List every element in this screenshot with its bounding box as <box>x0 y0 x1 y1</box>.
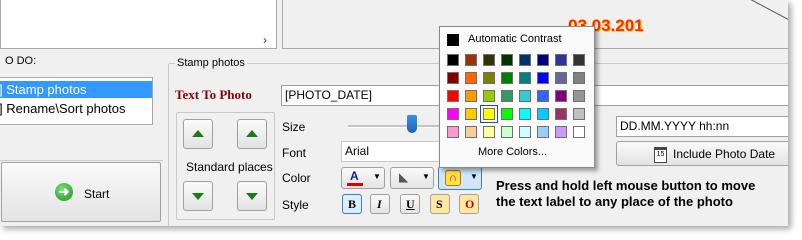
style-underline-label: U <box>406 197 415 211</box>
color-swatch[interactable] <box>537 126 549 138</box>
style-shadow-label: S <box>436 197 443 211</box>
color-swatch[interactable] <box>537 72 549 84</box>
paint-bucket-icon: ◣ <box>399 170 409 184</box>
chevron-down-icon: ▼ <box>422 172 430 181</box>
color-swatch[interactable] <box>555 126 567 138</box>
color-swatch[interactable] <box>447 90 459 102</box>
style-underline-button[interactable]: U <box>400 194 420 214</box>
color-swatch[interactable] <box>519 90 531 102</box>
include-photo-date-label: Include Photo Date <box>673 147 776 161</box>
color-swatch[interactable] <box>537 54 549 66</box>
outline-color-icon: ∩ <box>445 170 461 186</box>
color-swatch[interactable] <box>501 108 513 120</box>
color-swatch[interactable] <box>519 126 531 138</box>
todo-item-label: Rename\Sort photos <box>6 101 126 116</box>
place-bottom-left-button[interactable] <box>183 181 213 211</box>
color-swatch[interactable] <box>555 72 567 84</box>
todo-title: O DO: <box>3 55 39 67</box>
start-button[interactable]: ➜ Start <box>1 162 161 222</box>
font-color-icon: A <box>350 169 359 183</box>
style-bold-label: B <box>348 197 357 211</box>
todo-list[interactable]: ] Stamp photos ] Rename\Sort photos <box>0 77 153 125</box>
color-picker-popup[interactable]: Automatic Contrast More Colors... <box>439 26 595 168</box>
color-swatch[interactable] <box>465 72 477 84</box>
color-swatch[interactable] <box>519 108 531 120</box>
color-swatch[interactable] <box>519 54 531 66</box>
style-bold-button[interactable]: B <box>342 194 362 214</box>
color-swatch[interactable] <box>555 54 567 66</box>
color-swatch[interactable] <box>483 72 495 84</box>
chevron-down-icon: ▼ <box>470 172 478 181</box>
todo-item-stamp-photos[interactable]: ] Stamp photos <box>0 81 152 98</box>
color-swatch[interactable] <box>573 90 585 102</box>
style-italic-button[interactable]: I <box>370 194 390 214</box>
instruction-text: Press and hold left mouse button to move… <box>496 178 755 210</box>
start-label: Start <box>84 187 110 201</box>
color-swatch[interactable] <box>573 108 585 120</box>
size-label: Size <box>282 120 306 134</box>
color-swatch[interactable] <box>465 54 477 66</box>
instruction-line-1: Press and hold left mouse button to move <box>496 178 756 193</box>
include-photo-date-button[interactable]: 15 Include Photo Date <box>616 141 788 166</box>
color-swatch[interactable] <box>501 72 513 84</box>
arrow-down-icon <box>192 193 204 200</box>
style-label: Style <box>282 198 309 212</box>
arrow-up-icon <box>192 130 204 137</box>
color-swatch[interactable] <box>483 54 495 66</box>
size-slider-thumb[interactable] <box>406 115 417 133</box>
chevron-down-icon: ▼ <box>373 172 381 181</box>
color-swatch[interactable] <box>555 90 567 102</box>
style-italic-label: I <box>377 197 382 211</box>
place-bottom-right-button[interactable] <box>237 181 267 211</box>
instruction-line-2: the text label to any place of the photo <box>496 194 733 209</box>
scroll-right-icon[interactable]: › <box>258 33 272 47</box>
calendar-icon: 15 <box>654 147 667 163</box>
color-swatch[interactable] <box>555 108 567 120</box>
text-color-button[interactable]: A ▼ <box>341 167 385 189</box>
todo-item-label: Stamp photos <box>6 82 87 97</box>
color-swatch[interactable] <box>447 54 459 66</box>
color-swatch[interactable] <box>465 108 477 120</box>
style-shadow-button[interactable]: S <box>430 194 450 214</box>
color-swatch[interactable] <box>501 54 513 66</box>
color-swatch[interactable] <box>465 126 477 138</box>
start-arrow-icon: ➜ <box>55 183 73 201</box>
stamp-photos-title: Stamp photos <box>175 57 247 69</box>
color-swatch[interactable] <box>483 126 495 138</box>
todo-item-rename-sort[interactable]: ] Rename\Sort photos <box>0 100 125 117</box>
arrow-down-icon <box>246 193 258 200</box>
color-swatch[interactable] <box>537 90 549 102</box>
color-swatch[interactable] <box>447 108 459 120</box>
main-window: › 03.03.201 O DO: ] Stamp photos ] Renam… <box>0 0 788 226</box>
color-swatch[interactable] <box>465 90 477 102</box>
font-select[interactable]: Arial <box>341 141 441 162</box>
date-format-input[interactable]: DD.MM.YYYY hh:nn <box>616 116 788 137</box>
background-color-button[interactable]: ◣ ▼ <box>390 167 434 189</box>
font-color-bar <box>347 183 363 186</box>
text-to-photo-label: Text To Photo <box>175 87 252 102</box>
color-label: Color <box>282 171 311 185</box>
color-swatch[interactable] <box>501 126 513 138</box>
more-colors-label: More Colors... <box>478 146 548 158</box>
style-outline-button[interactable]: O <box>459 194 479 214</box>
color-swatch[interactable] <box>480 105 498 123</box>
place-top-right-button[interactable] <box>237 119 267 149</box>
color-swatch[interactable] <box>483 90 495 102</box>
color-swatch[interactable] <box>573 126 585 138</box>
outline-color-button[interactable]: ∩ ▼ <box>438 166 482 190</box>
color-swatch[interactable] <box>537 108 549 120</box>
file-list[interactable] <box>0 0 277 49</box>
font-label: Font <box>282 146 307 160</box>
color-swatch[interactable] <box>447 126 459 138</box>
color-swatch[interactable] <box>573 72 585 84</box>
color-swatch[interactable] <box>519 72 531 84</box>
arrow-up-icon <box>246 130 258 137</box>
style-outline-label: O <box>465 197 475 211</box>
color-swatch[interactable] <box>501 90 513 102</box>
more-colors-option[interactable]: More Colors... <box>444 145 590 161</box>
place-top-left-button[interactable] <box>183 119 213 149</box>
color-swatch[interactable] <box>573 54 585 66</box>
color-swatch[interactable] <box>447 72 459 84</box>
standard-places-label: Standard places <box>186 160 273 174</box>
